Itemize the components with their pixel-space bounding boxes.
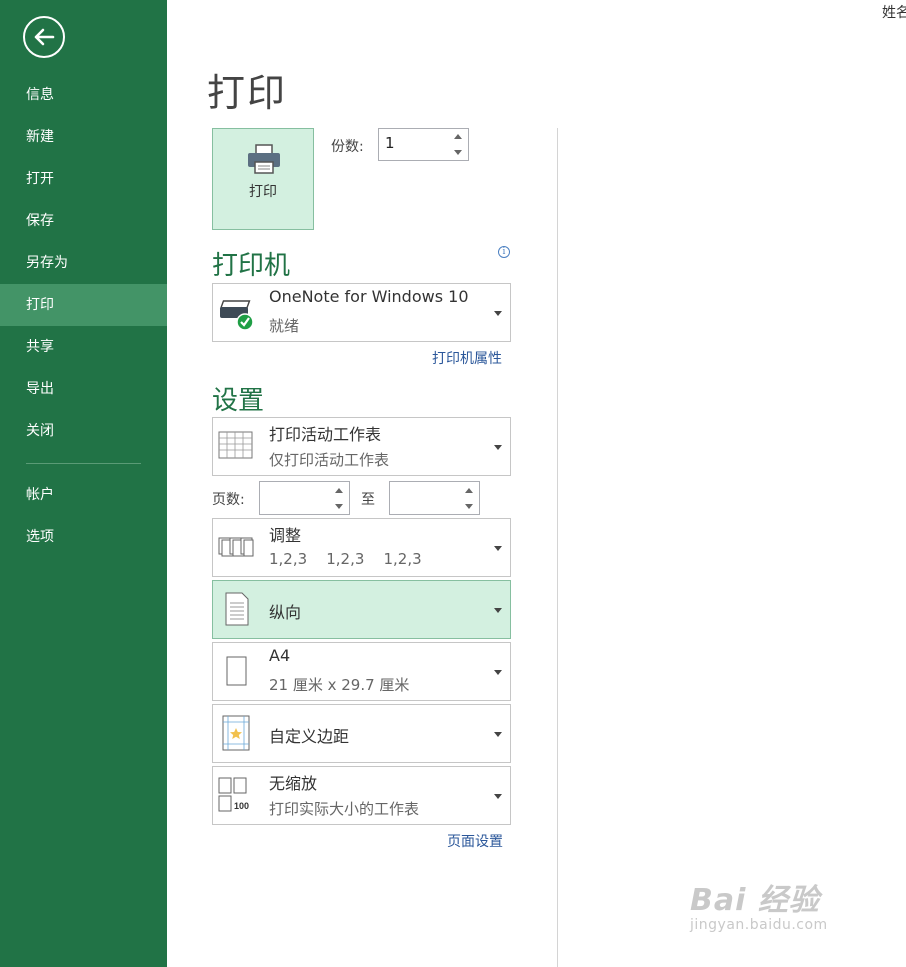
orientation-dropdown[interactable]: 纵向 bbox=[212, 580, 511, 639]
pages-to-arrows bbox=[459, 482, 479, 514]
margins-main: 自定义边距 bbox=[269, 727, 350, 746]
to-label: 至 bbox=[361, 492, 375, 508]
print-what-dropdown[interactable]: 打印活动工作表 仅打印活动工作表 bbox=[212, 417, 511, 476]
pages-to-decrement-button[interactable] bbox=[465, 503, 473, 509]
collate-sub: 1,2,3 1,2,3 1,2,3 bbox=[269, 550, 422, 568]
nav-save[interactable]: 保存 bbox=[0, 200, 167, 242]
back-button[interactable] bbox=[23, 16, 65, 58]
nav-info[interactable]: 信息 bbox=[0, 74, 167, 116]
collate-main: 调整 bbox=[269, 526, 302, 545]
watermark: Bai 经验 jingyan.baidu.com bbox=[690, 875, 828, 933]
user-name[interactable]: 姓名 bbox=[882, 2, 906, 22]
scaling-main: 无缩放 bbox=[269, 774, 318, 793]
print-what-main: 打印活动工作表 bbox=[269, 425, 382, 444]
pages-label: 页数: bbox=[212, 492, 245, 508]
arrow-left-icon bbox=[34, 28, 55, 46]
orientation-main: 纵向 bbox=[269, 603, 302, 622]
copies-value[interactable]: 1 bbox=[385, 134, 395, 152]
copies-spinner[interactable]: 1 bbox=[378, 128, 469, 161]
pages-to-increment-button[interactable] bbox=[465, 487, 473, 493]
paper-size-sub: 21 厘米 x 29.7 厘米 bbox=[269, 676, 410, 694]
chevron-down-icon bbox=[494, 794, 502, 799]
scaling-sub: 打印实际大小的工作表 bbox=[269, 800, 420, 818]
copies-spinner-arrows bbox=[448, 129, 468, 160]
scaling-dropdown[interactable]: 100 无缩放 打印实际大小的工作表 bbox=[212, 766, 511, 825]
nav-share[interactable]: 共享 bbox=[0, 326, 167, 368]
nav-options[interactable]: 选项 bbox=[0, 516, 167, 558]
pages-from-decrement-button[interactable] bbox=[335, 503, 343, 509]
portrait-orientation-icon bbox=[225, 592, 249, 626]
nav-close[interactable]: 关闭 bbox=[0, 410, 167, 452]
print-what-sub: 仅打印活动工作表 bbox=[269, 451, 390, 469]
nav-export[interactable]: 导出 bbox=[0, 368, 167, 410]
copies-decrement-button[interactable] bbox=[454, 149, 462, 155]
nav-save-as[interactable]: 另存为 bbox=[0, 242, 167, 284]
pages-from-spinner[interactable] bbox=[259, 481, 350, 515]
chevron-down-icon bbox=[494, 311, 502, 316]
info-icon[interactable]: i bbox=[498, 246, 510, 258]
collate-icon bbox=[218, 537, 254, 557]
nav-print[interactable]: 打印 bbox=[0, 284, 167, 326]
nav-account[interactable]: 帐户 bbox=[0, 474, 167, 516]
svg-text:100: 100 bbox=[234, 801, 249, 811]
watermark-main: Bai 经验 bbox=[690, 883, 820, 918]
margins-dropdown[interactable]: 自定义边距 bbox=[212, 704, 511, 763]
custom-margins-icon bbox=[222, 715, 250, 751]
print-button-label: 打印 bbox=[249, 184, 277, 200]
copies-increment-button[interactable] bbox=[454, 134, 462, 140]
nav-new[interactable]: 新建 bbox=[0, 116, 167, 158]
chevron-down-icon bbox=[494, 445, 502, 450]
printer-properties-link[interactable]: 打印机属性 bbox=[432, 348, 502, 368]
printer-status: 就绪 bbox=[269, 317, 300, 335]
page-setup-link[interactable]: 页面设置 bbox=[447, 831, 503, 851]
page-title: 打印 bbox=[207, 71, 288, 115]
chevron-down-icon bbox=[494, 732, 502, 737]
print-button[interactable]: 打印 bbox=[212, 128, 314, 230]
collate-dropdown[interactable]: 调整 1,2,3 1,2,3 1,2,3 bbox=[212, 518, 511, 577]
pages-from-increment-button[interactable] bbox=[335, 487, 343, 493]
printer-dropdown[interactable]: OneNote for Windows 10 就绪 bbox=[212, 283, 511, 342]
worksheet-grid-icon bbox=[218, 431, 253, 459]
nav-divider bbox=[26, 463, 141, 464]
pages-from-arrows bbox=[329, 482, 349, 514]
paper-size-icon bbox=[226, 656, 247, 686]
copies-label: 份数: bbox=[331, 139, 364, 155]
settings-heading: 设置 bbox=[212, 386, 265, 416]
paper-size-dropdown[interactable]: A4 21 厘米 x 29.7 厘米 bbox=[212, 642, 511, 701]
chevron-down-icon bbox=[494, 670, 502, 675]
chevron-down-icon bbox=[494, 608, 502, 613]
backstage-sidebar: 信息 新建 打开 保存 另存为 打印 共享 导出 关闭 帐户 选项 bbox=[0, 0, 167, 967]
chevron-down-icon bbox=[494, 546, 502, 551]
watermark-sub: jingyan.baidu.com bbox=[690, 917, 828, 933]
printer-heading: 打印机 bbox=[212, 251, 291, 281]
pages-to-spinner[interactable] bbox=[389, 481, 480, 515]
printer-icon bbox=[248, 144, 280, 174]
nav-open[interactable]: 打开 bbox=[0, 158, 167, 200]
no-scaling-icon: 100 bbox=[218, 777, 249, 812]
preview-divider bbox=[557, 128, 558, 967]
printer-name: OneNote for Windows 10 bbox=[269, 287, 469, 306]
printer-ready-icon bbox=[219, 300, 254, 330]
paper-size-main: A4 bbox=[269, 646, 291, 665]
